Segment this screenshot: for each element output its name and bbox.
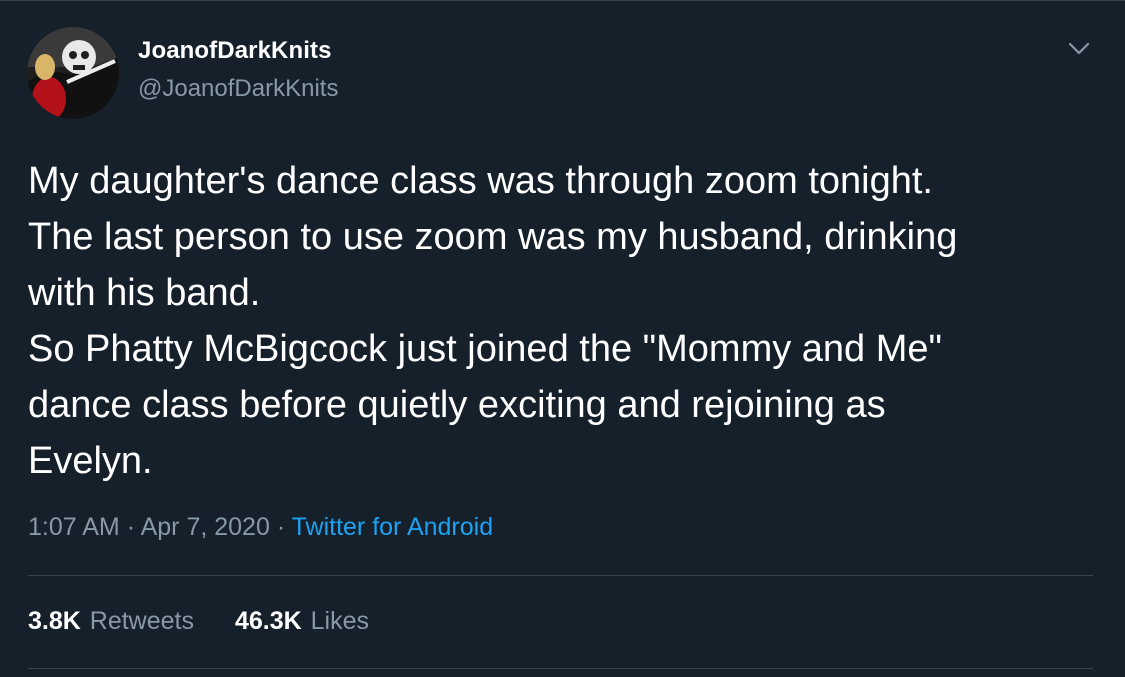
divider [28, 668, 1093, 669]
tweet-card: JoanofDarkKnits @JoanofDarkKnits My daug… [0, 0, 1125, 677]
meta-separator: · [126, 513, 136, 541]
tweet-text-line: My daughter's dance class was through zo… [28, 160, 933, 202]
tweet-text-line: So Phatty McBigcock just joined the "Mom… [28, 328, 943, 370]
author-display-name[interactable]: JoanofDarkKnits [138, 37, 332, 65]
tweet-text-line: The last person to use zoom was my husba… [28, 216, 958, 258]
tweet-text-line: with his band. [28, 272, 261, 314]
likes-count: 46.3K [234, 607, 302, 635]
chevron-down-icon[interactable] [1062, 31, 1096, 65]
likes-label: Likes [310, 607, 369, 635]
tweet-date[interactable]: Apr 7, 2020 [141, 513, 270, 541]
avatar[interactable] [27, 27, 119, 119]
profile-photo-icon [27, 27, 119, 119]
tweet-text-line: Evelyn. [28, 440, 153, 482]
divider [28, 575, 1093, 576]
tweet-text-line: dance class before quietly exciting and … [28, 384, 886, 426]
likes-stat[interactable]: 46.3K Likes [235, 607, 369, 636]
author-handle[interactable]: @JoanofDarkKnits [138, 75, 338, 103]
tweet-time[interactable]: 1:07 AM [28, 513, 120, 541]
tweet-text: My daughter's dance class was through zo… [28, 153, 1103, 489]
retweets-stat[interactable]: 3.8K Retweets [28, 607, 194, 636]
retweets-count: 3.8K [28, 607, 81, 635]
tweet-meta: 1:07 AM · Apr 7, 2020 · Twitter for Andr… [28, 513, 493, 542]
meta-separator: · [276, 513, 286, 541]
retweets-label: Retweets [89, 607, 194, 635]
tweet-source-link[interactable]: Twitter for Android [292, 513, 493, 541]
tweet-stats: 3.8K Retweets 46.3K Likes [28, 607, 403, 636]
